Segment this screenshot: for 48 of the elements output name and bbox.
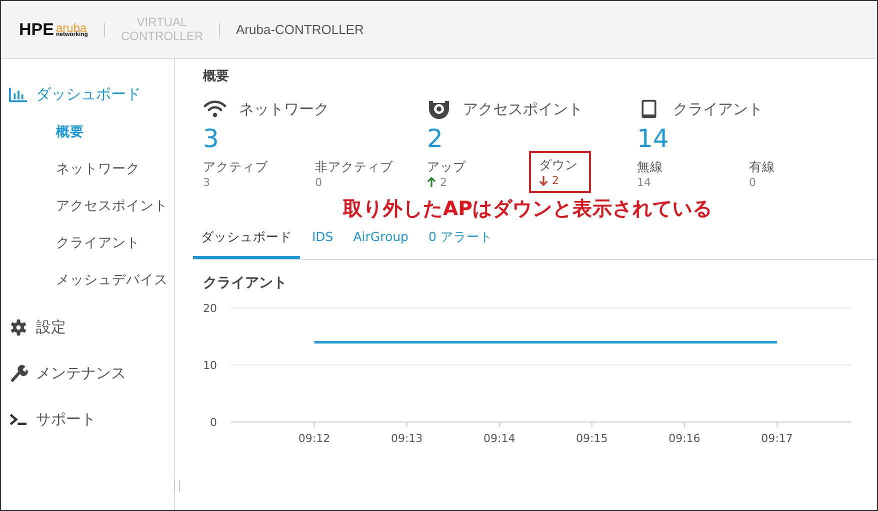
stat-value: 2 (552, 174, 559, 186)
stat-label: 無線 (637, 158, 664, 176)
nav-subitem[interactable]: ネットワーク (1, 150, 174, 187)
panel-title: クライアント (203, 274, 288, 292)
up-arrow-icon (427, 176, 436, 188)
nav-subitem[interactable]: メッシュデバイス (1, 261, 174, 298)
axis-label: 09:15 (576, 432, 608, 444)
stat-label: 有線 (749, 158, 776, 176)
nav-item[interactable]: サポート (1, 402, 174, 436)
down-arrow-icon (539, 174, 548, 186)
nav-subitem[interactable]: アクセスポイント (1, 187, 174, 224)
logo-text: HPE (19, 21, 54, 38)
nav-item[interactable]: 設定 (1, 310, 174, 344)
axis-label: 09:13 (390, 432, 423, 444)
stat-value: 0 (315, 176, 322, 188)
wifi-icon (203, 99, 227, 119)
product-name: VIRTUAL (136, 16, 188, 30)
stat-value: 14 (637, 176, 651, 188)
group-title: クライアント (673, 100, 763, 118)
nav-subitem[interactable]: クライアント (1, 224, 174, 261)
stat-label: ダウン (539, 156, 579, 174)
resize-handle[interactable] (174, 480, 180, 492)
stat-label: アクティブ (203, 158, 269, 176)
stat-label: アップ (427, 158, 467, 176)
axis-label: 10 (203, 358, 217, 372)
axis-label: 09:17 (761, 432, 793, 444)
axis-label: 20 (203, 302, 217, 314)
section-title: 概要 (203, 68, 230, 85)
logo-subtext: aruba (56, 24, 87, 34)
annotation-text: 取り外したAPはダウンと表示されている (343, 196, 712, 221)
group-title: ネットワーク (239, 100, 329, 118)
wrench-icon (9, 364, 28, 382)
axis-label: 09:16 (668, 432, 700, 444)
stat-value: 3 (203, 176, 210, 188)
stat-value: 0 (749, 176, 756, 188)
axis-label: 09:12 (298, 432, 330, 444)
access-point-icon (427, 99, 451, 119)
chart-icon (9, 86, 28, 102)
tab[interactable]: ダッシュボード (193, 226, 300, 258)
settings-icon (9, 318, 28, 336)
axis-label: 09:14 (484, 432, 516, 444)
stat-label: 非アクティブ (315, 158, 394, 176)
controller-name: Aruba-CONTROLLER (236, 22, 364, 37)
product-name: CONTROLLER (120, 30, 203, 44)
group-title: アクセスポイント (463, 100, 583, 118)
axis-label: 0 (210, 416, 217, 428)
nav-item[interactable]: メンテナンス (1, 356, 174, 390)
stat-value: 2 (440, 176, 447, 188)
